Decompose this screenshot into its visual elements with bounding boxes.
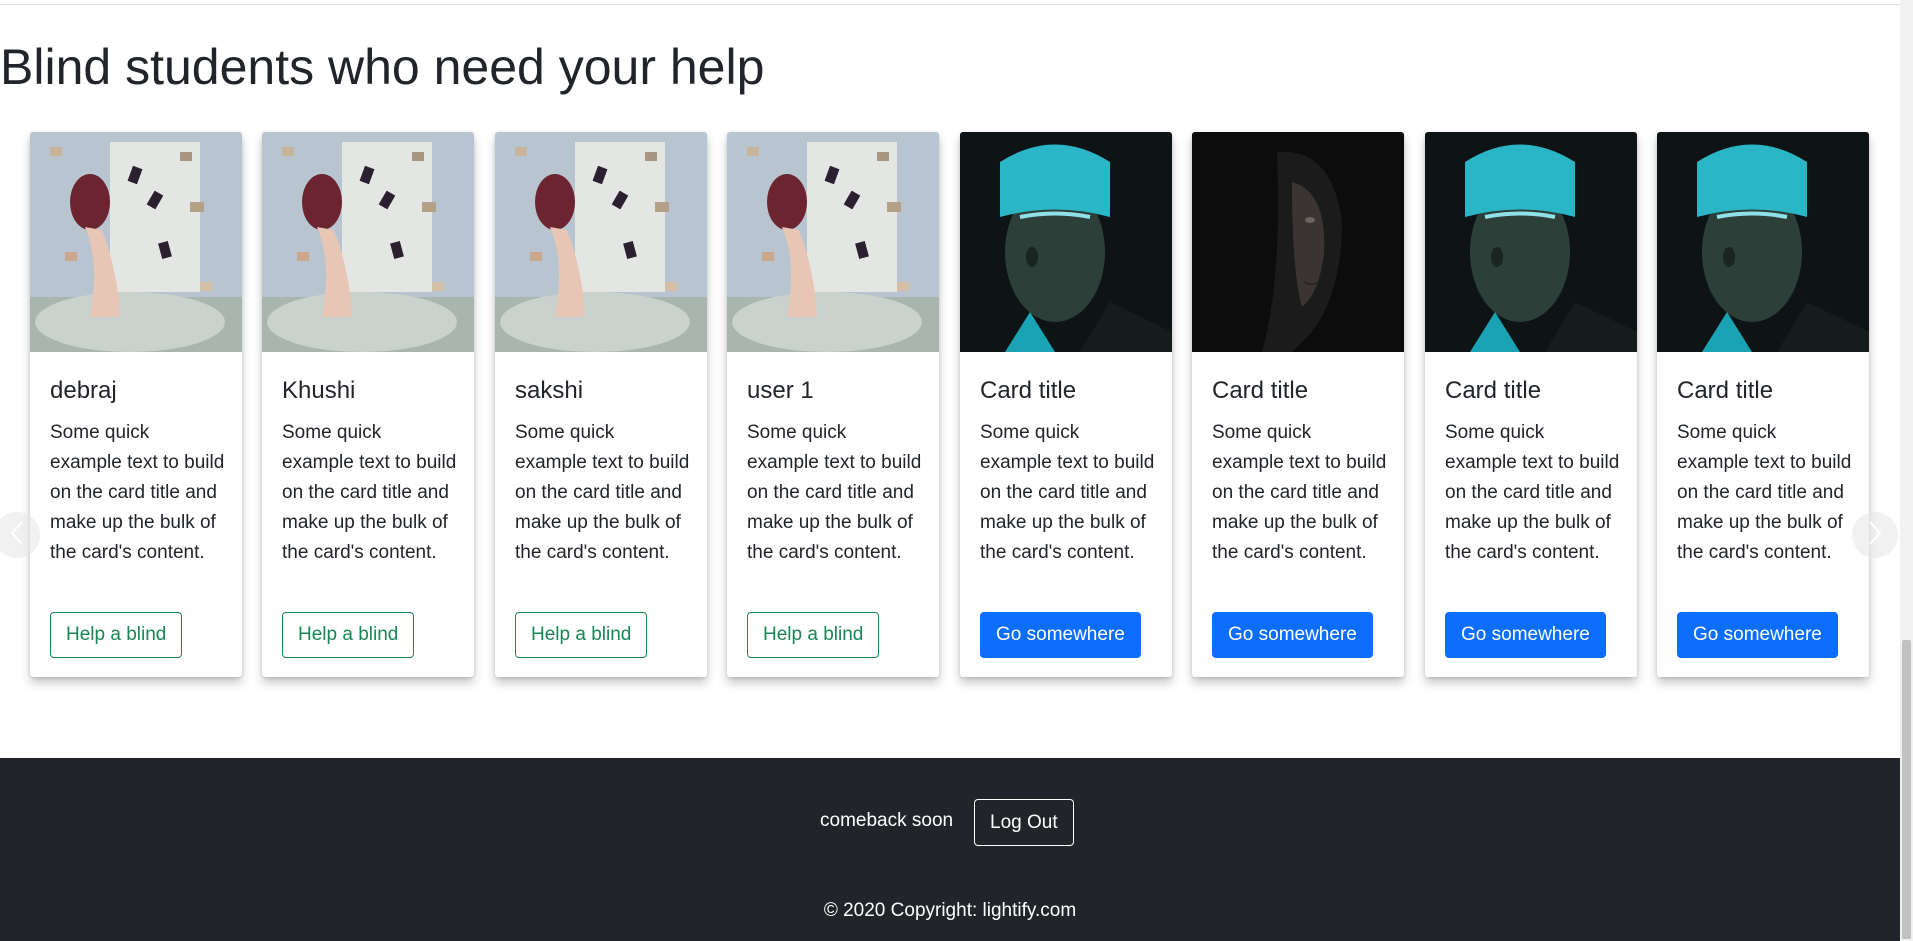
person-blindfolded-image xyxy=(1425,132,1637,352)
card-title: user 1 xyxy=(747,377,814,404)
woman-in-shadow-image xyxy=(1192,132,1404,352)
card-text: Some quick example text to build on the … xyxy=(1445,422,1620,563)
page-scrollbar-thumb[interactable] xyxy=(1902,640,1911,939)
card-image xyxy=(262,132,474,352)
footer: comeback soon Log Out © 2020 Copyright: … xyxy=(0,758,1900,941)
log-out-button[interactable]: Log Out xyxy=(974,799,1074,846)
footer-message: comeback soon xyxy=(820,810,954,831)
go-somewhere-button[interactable]: Go somewhere xyxy=(1445,612,1606,658)
generic-card: Card title Some quick example text to bu… xyxy=(1425,132,1637,677)
card-title: sakshi xyxy=(515,377,584,404)
student-card: Khushi Some quick example text to build … xyxy=(262,132,474,677)
card-text: Some quick example text to build on the … xyxy=(747,422,922,563)
girl-with-flying-books-image xyxy=(30,132,242,352)
girl-with-flying-books-image xyxy=(262,132,474,352)
help-a-blind-button[interactable]: Help a blind xyxy=(515,612,648,658)
card-text: Some quick example text to build on the … xyxy=(1677,422,1852,563)
girl-with-flying-books-image xyxy=(495,132,707,352)
card-text: Some quick example text to build on the … xyxy=(515,422,690,563)
card-text: Some quick example text to build on the … xyxy=(980,422,1155,563)
card-image xyxy=(1657,132,1869,352)
generic-card: Card title Some quick example text to bu… xyxy=(960,132,1172,677)
student-card: user 1 Some quick example text to build … xyxy=(727,132,939,677)
person-blindfolded-image xyxy=(960,132,1172,352)
card-title: Khushi xyxy=(282,377,356,404)
help-a-blind-button[interactable]: Help a blind xyxy=(282,612,415,658)
card-image xyxy=(960,132,1172,352)
chevron-left-icon xyxy=(7,519,27,552)
page: Blind students who need your help debraj… xyxy=(0,0,1913,941)
help-a-blind-button[interactable]: Help a blind xyxy=(50,612,183,658)
person-blindfolded-image xyxy=(1657,132,1869,352)
card-image xyxy=(1192,132,1404,352)
student-card: sakshi Some quick example text to build … xyxy=(495,132,707,677)
chevron-right-icon xyxy=(1865,519,1885,552)
student-carousel: debraj Some quick example text to build … xyxy=(0,132,1900,692)
go-somewhere-button[interactable]: Go somewhere xyxy=(1677,612,1838,658)
copyright-text: © 2020 Copyright: lightify.com xyxy=(823,900,1077,921)
student-card: debraj Some quick example text to build … xyxy=(30,132,242,677)
card-image xyxy=(495,132,707,352)
generic-card: Card title Some quick example text to bu… xyxy=(1192,132,1404,677)
girl-with-flying-books-image xyxy=(727,132,939,352)
generic-card: Card title Some quick example text to bu… xyxy=(1657,132,1869,677)
section-heading: Blind students who need your help xyxy=(0,39,765,95)
card-title: Card title xyxy=(1677,377,1774,404)
help-a-blind-button[interactable]: Help a blind xyxy=(747,612,880,658)
card-title: Card title xyxy=(1212,377,1309,404)
card-text: Some quick example text to build on the … xyxy=(1212,422,1387,563)
card-image xyxy=(1425,132,1637,352)
go-somewhere-button[interactable]: Go somewhere xyxy=(1212,612,1373,658)
carousel-next-button[interactable] xyxy=(1852,512,1898,558)
card-image xyxy=(30,132,242,352)
card-text: Some quick example text to build on the … xyxy=(282,422,457,563)
card-title: Card title xyxy=(1445,377,1542,404)
card-title: debraj xyxy=(50,377,117,404)
go-somewhere-button[interactable]: Go somewhere xyxy=(980,612,1141,658)
card-text: Some quick example text to build on the … xyxy=(50,422,225,563)
card-title: Card title xyxy=(980,377,1077,404)
card-image xyxy=(727,132,939,352)
top-divider xyxy=(0,4,1900,5)
